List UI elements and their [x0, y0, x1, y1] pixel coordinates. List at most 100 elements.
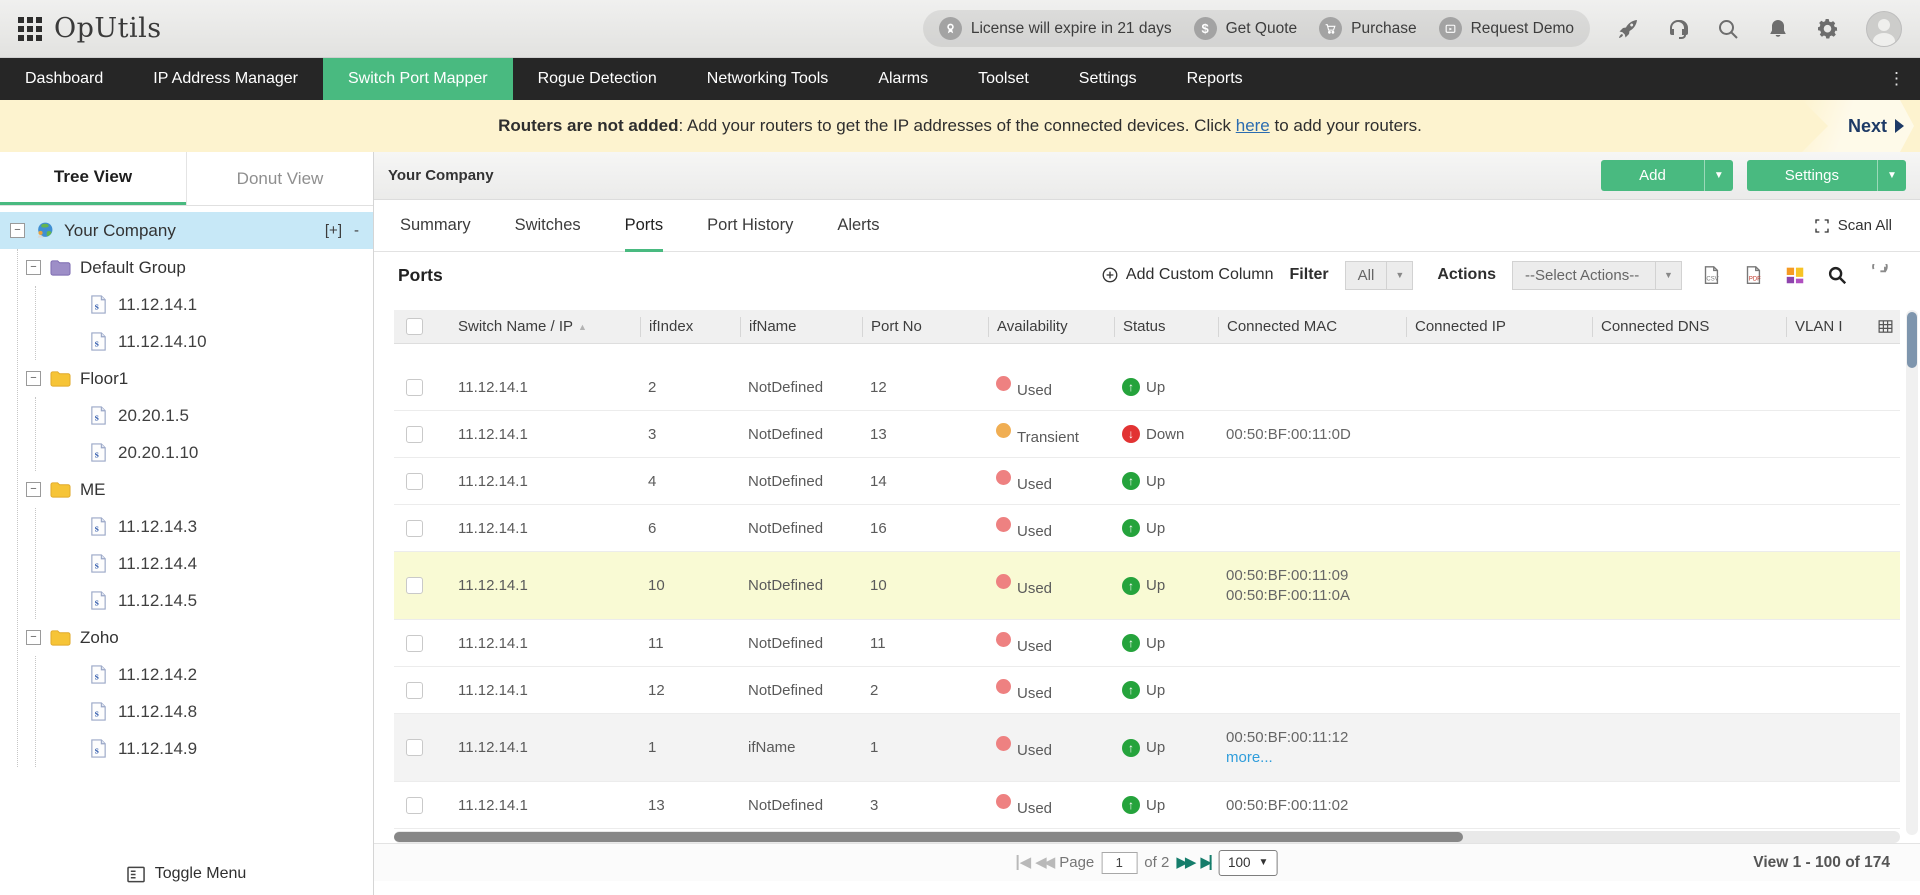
table-search-icon[interactable] [1824, 262, 1850, 288]
headset-support-icon[interactable] [1666, 17, 1690, 41]
column-header-connected-ip[interactable]: Connected IP [1406, 317, 1592, 337]
tab-alerts[interactable]: Alerts [837, 200, 879, 251]
nav-overflow-icon[interactable]: ⋮ [1874, 58, 1920, 100]
sidebar-item-default-group[interactable]: −Default Group [18, 249, 373, 286]
next-button[interactable]: Next [1802, 100, 1914, 152]
tree-switch-11-12-14-3[interactable]: s11.12.14.3 [36, 508, 373, 545]
column-header-ifindex[interactable]: ifIndex [640, 317, 740, 337]
last-page-button[interactable]: ▶ [1200, 855, 1212, 870]
tab-port-history[interactable]: Port History [707, 200, 793, 251]
table-row[interactable]: 11.12.14.16NotDefined16Used↑Up [394, 505, 1900, 552]
expand-all-control[interactable]: [+] [325, 222, 342, 239]
filter-select[interactable]: All ▼ [1345, 261, 1414, 290]
tree-switch-11-12-14-8[interactable]: s11.12.14.8 [36, 693, 373, 730]
toggle-menu-button[interactable]: Toggle Menu [0, 865, 373, 883]
sidebar-item-me[interactable]: −ME [18, 471, 373, 508]
tree-switch-11-12-14-4[interactable]: s11.12.14.4 [36, 545, 373, 582]
nav-item-settings[interactable]: Settings [1054, 58, 1162, 100]
tree-root-your-company[interactable]: − Your Company [+] - [0, 212, 373, 249]
collapse-expander-icon[interactable]: − [26, 260, 41, 275]
column-header-connected-dns[interactable]: Connected DNS [1592, 317, 1786, 337]
table-row[interactable]: 11.12.14.111NotDefined11Used↑Up [394, 620, 1900, 667]
sidebar-tab-donut-view[interactable]: Donut View [186, 152, 373, 205]
sidebar-item-floor1[interactable]: −Floor1 [18, 360, 373, 397]
sidebar-tab-tree-view[interactable]: Tree View [0, 152, 186, 205]
nav-item-toolset[interactable]: Toolset [953, 58, 1054, 100]
tree-switch-11-12-14-1[interactable]: s11.12.14.1 [36, 286, 373, 323]
settings-button[interactable]: Settings ▼ [1747, 160, 1906, 191]
sidebar-item-zoho[interactable]: −Zoho [18, 619, 373, 656]
collapse-expander-icon[interactable]: − [26, 482, 41, 497]
add-button[interactable]: Add ▼ [1601, 160, 1733, 191]
column-header-status[interactable]: Status [1114, 317, 1218, 337]
first-page-button[interactable]: ◀ [1017, 855, 1029, 870]
sort-asc-icon[interactable]: ▲ [578, 322, 587, 332]
table-row[interactable]: 11.12.14.110NotDefined10Used↑Up00:50:BF:… [394, 552, 1900, 620]
table-row[interactable]: 11.12.14.11ifName1Used↑Up00:50:BF:00:11:… [394, 714, 1900, 782]
collapse-expander-icon[interactable]: − [10, 223, 25, 238]
nav-item-reports[interactable]: Reports [1162, 58, 1268, 100]
tree-switch-20-20-1-5[interactable]: s20.20.1.5 [36, 397, 373, 434]
column-header-ifname[interactable]: ifName [740, 317, 862, 337]
nav-item-switch-port-mapper[interactable]: Switch Port Mapper [323, 58, 513, 100]
actions-select[interactable]: --Select Actions-- ▼ [1512, 261, 1682, 290]
row-checkbox[interactable] [406, 682, 423, 699]
column-header-connected-mac[interactable]: Connected MAC [1218, 317, 1406, 337]
table-row[interactable]: 11.12.14.13NotDefined13Transient↓Down00:… [394, 411, 1900, 458]
add-dropdown-caret-icon[interactable]: ▼ [1704, 160, 1733, 191]
column-header-port-no[interactable]: Port No [862, 317, 988, 337]
row-checkbox[interactable] [406, 473, 423, 490]
get-quote-link[interactable]: Get Quote [1226, 20, 1298, 38]
tab-summary[interactable]: Summary [400, 200, 471, 251]
nav-item-dashboard[interactable]: Dashboard [0, 58, 128, 100]
bell-icon[interactable] [1766, 17, 1790, 41]
next-page-button[interactable]: ▶▶ [1176, 855, 1193, 870]
settings-dropdown-caret-icon[interactable]: ▼ [1877, 160, 1906, 191]
row-checkbox[interactable] [406, 739, 423, 756]
tree-switch-11-12-14-10[interactable]: s11.12.14.10 [36, 323, 373, 360]
row-checkbox[interactable] [406, 797, 423, 814]
tree-switch-11-12-14-9[interactable]: s11.12.14.9 [36, 730, 373, 767]
tree-switch-20-20-1-10[interactable]: s20.20.1.10 [36, 434, 373, 471]
request-demo-link[interactable]: Request Demo [1471, 20, 1574, 38]
column-header-availability[interactable]: Availability [988, 317, 1114, 337]
more-link[interactable]: more... [1226, 749, 1406, 766]
add-routers-link[interactable]: here [1236, 116, 1270, 135]
app-grid-icon[interactable] [18, 17, 42, 41]
tree-switch-11-12-14-2[interactable]: s11.12.14.2 [36, 656, 373, 693]
export-csv-icon[interactable]: CSV [1698, 262, 1724, 288]
table-row[interactable]: 11.12.14.112NotDefined2Used↑Up [394, 667, 1900, 714]
tree-switch-11-12-14-5[interactable]: s11.12.14.5 [36, 582, 373, 619]
vertical-scrollbar-thumb[interactable] [1907, 312, 1917, 368]
row-checkbox[interactable] [406, 635, 423, 652]
export-pdf-icon[interactable]: PDF [1740, 262, 1766, 288]
page-number-input[interactable] [1101, 852, 1137, 874]
nav-item-alarms[interactable]: Alarms [853, 58, 953, 100]
gear-icon[interactable] [1816, 17, 1840, 41]
column-settings-icon[interactable] [1877, 318, 1894, 340]
table-row[interactable]: 11.12.14.113NotDefined3Used↑Up00:50:BF:0… [394, 782, 1900, 829]
row-checkbox[interactable] [406, 520, 423, 537]
table-row[interactable]: 11.12.14.12NotDefined12Used↑Up [394, 364, 1900, 411]
page-size-select[interactable]: 100 ▼ [1219, 850, 1277, 876]
purchase-link[interactable]: Purchase [1351, 20, 1416, 38]
add-custom-column-button[interactable]: Add Custom Column [1101, 266, 1274, 284]
nav-item-ip-address-manager[interactable]: IP Address Manager [128, 58, 323, 100]
nav-item-networking-tools[interactable]: Networking Tools [682, 58, 854, 100]
tab-switches[interactable]: Switches [515, 200, 581, 251]
collapse-expander-icon[interactable]: − [26, 630, 41, 645]
refresh-icon[interactable] [1866, 262, 1892, 288]
tab-ports[interactable]: Ports [625, 201, 664, 252]
row-checkbox[interactable] [406, 577, 423, 594]
collapse-expander-icon[interactable]: − [26, 371, 41, 386]
column-chart-icon[interactable] [1782, 262, 1808, 288]
previous-page-button[interactable]: ◀◀ [1035, 855, 1052, 870]
rocket-icon[interactable] [1616, 17, 1640, 41]
scan-all-button[interactable]: Scan All [1814, 217, 1892, 234]
column-header-switch-name-ip[interactable]: Switch Name / IP▲ [450, 317, 640, 337]
select-all-checkbox[interactable] [406, 318, 423, 335]
row-checkbox[interactable] [406, 426, 423, 443]
nav-item-rogue-detection[interactable]: Rogue Detection [513, 58, 682, 100]
row-checkbox[interactable] [406, 379, 423, 396]
collapse-control[interactable]: - [354, 222, 359, 239]
